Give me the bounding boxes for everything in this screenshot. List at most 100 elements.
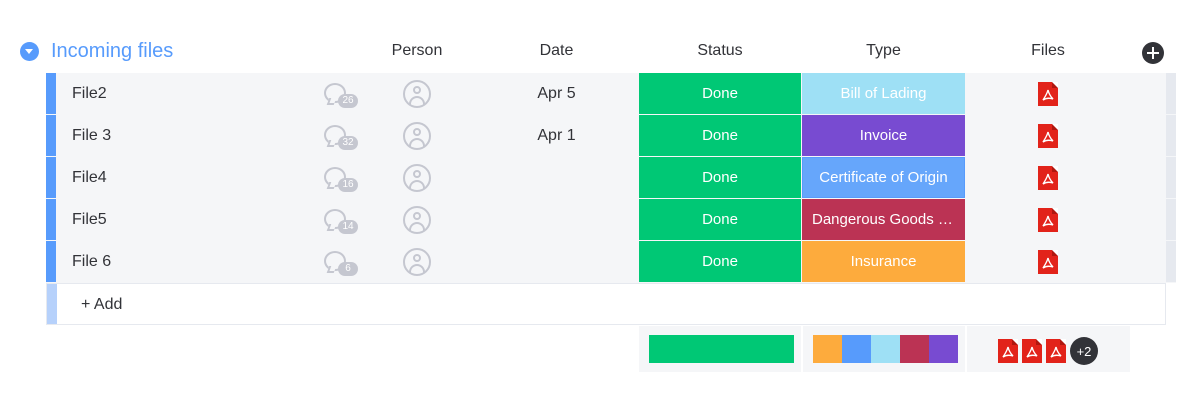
row-end-cell bbox=[1131, 73, 1166, 114]
row-color-indicator bbox=[46, 241, 56, 282]
row-end-cell bbox=[1131, 115, 1166, 156]
person-avatar-icon[interactable] bbox=[403, 205, 431, 234]
column-header-status[interactable]: Status bbox=[639, 42, 801, 60]
pdf-file-icon[interactable] bbox=[998, 339, 1018, 363]
status-cell[interactable]: Done bbox=[639, 241, 801, 282]
files-cell[interactable] bbox=[966, 241, 1130, 282]
updates-count: 26 bbox=[338, 94, 358, 108]
type-summary-segment bbox=[900, 335, 929, 363]
item-name: File4 bbox=[72, 168, 107, 186]
item-name-cell[interactable]: File 3 32 bbox=[56, 115, 360, 156]
updates-button[interactable]: 6 bbox=[324, 249, 360, 277]
pdf-file-icon[interactable] bbox=[1046, 339, 1066, 363]
pdf-file-icon[interactable] bbox=[1038, 123, 1058, 148]
row-color-indicator bbox=[47, 284, 57, 324]
add-item-button[interactable]: + Add bbox=[81, 296, 122, 314]
pdf-file-icon[interactable] bbox=[1022, 339, 1042, 363]
type-label: Insurance bbox=[850, 253, 917, 270]
person-avatar-icon[interactable] bbox=[403, 121, 431, 150]
files-cell[interactable] bbox=[966, 157, 1130, 198]
item-name-cell[interactable]: File2 26 bbox=[56, 73, 360, 114]
status-cell[interactable]: Done bbox=[639, 115, 801, 156]
type-summary-segment bbox=[929, 335, 958, 363]
column-header-files[interactable]: Files bbox=[966, 42, 1130, 60]
pdf-file-icon[interactable] bbox=[1038, 207, 1058, 232]
type-label: Bill of Lading bbox=[840, 85, 927, 102]
person-cell[interactable] bbox=[360, 157, 474, 198]
updates-button[interactable]: 16 bbox=[324, 165, 360, 193]
person-cell[interactable] bbox=[360, 73, 474, 114]
type-cell[interactable]: Bill of Lading bbox=[802, 73, 965, 114]
type-summary-segment bbox=[813, 335, 842, 363]
row-scroll-edge bbox=[1166, 157, 1176, 198]
person-avatar-icon[interactable] bbox=[403, 79, 431, 108]
updates-count: 6 bbox=[338, 262, 358, 276]
person-cell[interactable] bbox=[360, 199, 474, 240]
type-cell[interactable]: Insurance bbox=[802, 241, 965, 282]
group-title[interactable]: Incoming files bbox=[51, 40, 173, 63]
type-summary-bar[interactable] bbox=[813, 335, 958, 363]
type-summary-segment bbox=[842, 335, 871, 363]
item-name-cell[interactable]: File 6 6 bbox=[56, 241, 360, 282]
table-row[interactable]: File 6 6 Done Insurance bbox=[46, 241, 1176, 283]
type-cell[interactable]: Certificate of Origin bbox=[802, 157, 965, 198]
date-cell[interactable] bbox=[475, 199, 638, 240]
row-scroll-edge bbox=[1166, 241, 1176, 282]
person-avatar-icon[interactable] bbox=[403, 163, 431, 192]
group-header: Incoming files bbox=[20, 36, 173, 66]
item-name: File5 bbox=[72, 210, 107, 228]
column-header-type[interactable]: Type bbox=[802, 42, 965, 60]
date-cell[interactable] bbox=[475, 241, 638, 282]
table-row[interactable]: File5 14 Done Dangerous Goods Ce... bbox=[46, 199, 1176, 241]
pdf-file-icon[interactable] bbox=[1038, 249, 1058, 274]
files-cell[interactable] bbox=[966, 115, 1130, 156]
files-cell[interactable] bbox=[966, 73, 1130, 114]
item-name-cell[interactable]: File5 14 bbox=[56, 199, 360, 240]
item-name: File 3 bbox=[72, 126, 112, 144]
add-item-row[interactable]: + Add bbox=[46, 283, 1166, 325]
type-label: Dangerous Goods Ce... bbox=[812, 211, 955, 228]
type-summary-segment bbox=[871, 335, 900, 363]
table-row[interactable]: File 3 32 Apr 1 Done Invoice bbox=[46, 115, 1176, 157]
date-cell[interactable] bbox=[475, 157, 638, 198]
column-header-person[interactable]: Person bbox=[362, 42, 472, 60]
row-color-indicator bbox=[46, 115, 56, 156]
row-end-cell bbox=[1131, 241, 1166, 282]
type-label: Invoice bbox=[859, 127, 908, 144]
status-cell[interactable]: Done bbox=[639, 199, 801, 240]
status-cell[interactable]: Done bbox=[639, 73, 801, 114]
add-column-icon[interactable] bbox=[1142, 42, 1164, 64]
date-cell[interactable]: Apr 1 bbox=[475, 115, 638, 156]
item-name: File2 bbox=[72, 84, 107, 102]
table-row[interactable]: File2 26 Apr 5 Done Bill of Lading bbox=[46, 73, 1176, 115]
updates-button[interactable]: 32 bbox=[324, 123, 360, 151]
pdf-file-icon[interactable] bbox=[1038, 165, 1058, 190]
updates-count: 32 bbox=[338, 136, 358, 150]
pdf-file-icon[interactable] bbox=[1038, 81, 1058, 106]
row-scroll-edge bbox=[1166, 73, 1176, 114]
collapse-arrow-icon[interactable] bbox=[20, 41, 39, 61]
files-summary[interactable]: +2 bbox=[998, 337, 1098, 365]
status-summary-bar[interactable] bbox=[649, 335, 794, 363]
updates-button[interactable]: 26 bbox=[324, 81, 360, 109]
files-cell[interactable] bbox=[966, 199, 1130, 240]
more-files-badge[interactable]: +2 bbox=[1070, 337, 1098, 365]
row-scroll-edge bbox=[1166, 199, 1176, 240]
date-cell[interactable]: Apr 5 bbox=[475, 73, 638, 114]
type-cell[interactable]: Dangerous Goods Ce... bbox=[802, 199, 965, 240]
item-name: File 6 bbox=[72, 252, 112, 270]
row-color-indicator bbox=[46, 157, 56, 198]
type-cell[interactable]: Invoice bbox=[802, 115, 965, 156]
item-name-cell[interactable]: File4 16 bbox=[56, 157, 360, 198]
column-header-date[interactable]: Date bbox=[475, 42, 638, 60]
person-avatar-icon[interactable] bbox=[403, 247, 431, 276]
status-cell[interactable]: Done bbox=[639, 157, 801, 198]
updates-count: 14 bbox=[338, 220, 358, 234]
row-color-indicator bbox=[46, 199, 56, 240]
updates-button[interactable]: 14 bbox=[324, 207, 360, 235]
row-end-cell bbox=[1131, 199, 1166, 240]
person-cell[interactable] bbox=[360, 241, 474, 282]
person-cell[interactable] bbox=[360, 115, 474, 156]
row-color-indicator bbox=[46, 73, 56, 114]
table-row[interactable]: File4 16 Done Certificate of Origin bbox=[46, 157, 1176, 199]
